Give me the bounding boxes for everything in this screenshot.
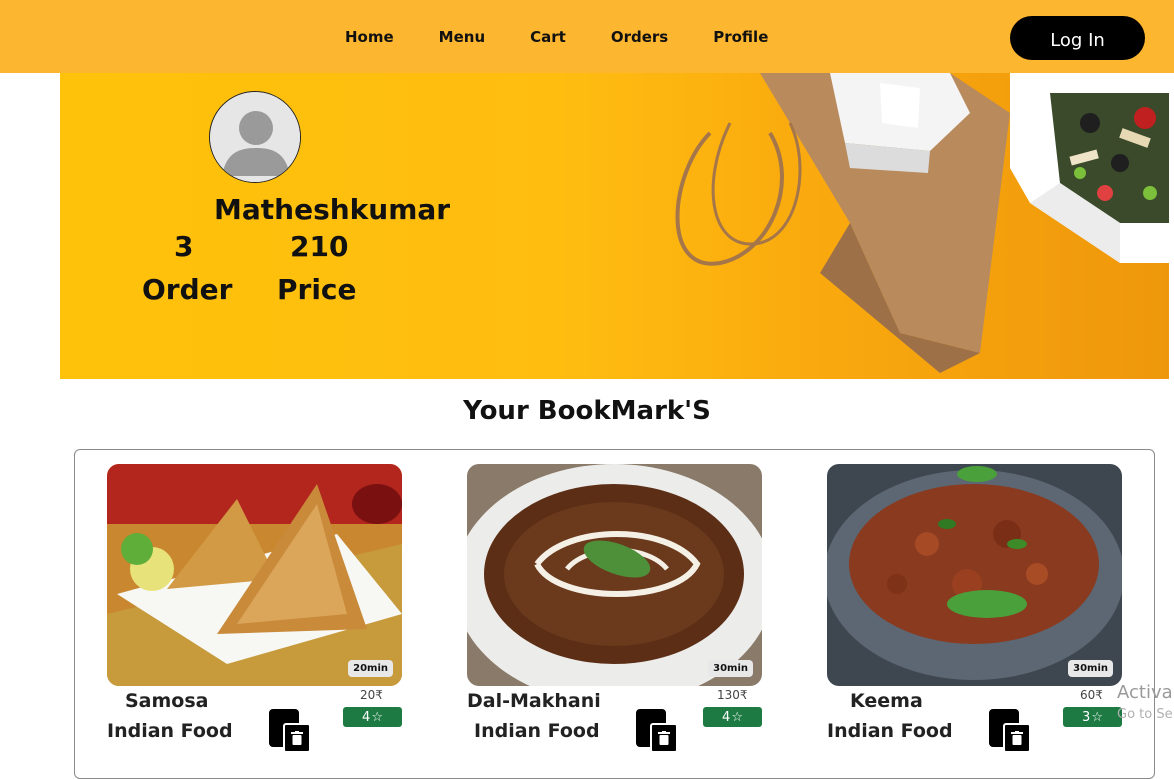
food-name: Samosa (125, 690, 209, 712)
trash-icon (1003, 723, 1031, 753)
food-price: 20₹ (360, 688, 383, 702)
food-image-dal-makhani[interactable]: 30min (467, 464, 762, 686)
rating-badge[interactable]: 3 ☆ (1063, 707, 1122, 727)
profile-name: Matheshkumar (214, 193, 451, 226)
rating-value: 4 (362, 709, 371, 725)
top-navbar: Home Menu Cart Orders Profile Log In (0, 0, 1174, 73)
activate-windows-subtext: Go to Se (1117, 707, 1173, 722)
nav-links: Home Menu Cart Orders Profile (345, 0, 813, 73)
login-button[interactable]: Log In (1010, 16, 1145, 60)
rating-badge[interactable]: 4 ☆ (703, 707, 762, 727)
food-name: Dal-Makhani (467, 690, 601, 712)
nav-home-link[interactable]: Home (345, 28, 394, 46)
nav-menu-link[interactable]: Menu (439, 28, 485, 46)
order-count: 3 (174, 230, 194, 263)
price-total: 210 (290, 230, 349, 263)
star-icon: ☆ (731, 709, 743, 725)
avatar-icon (209, 91, 301, 183)
time-badge: 20min (348, 660, 393, 677)
food-price: 130₹ (717, 688, 748, 702)
rating-value: 4 (722, 709, 731, 725)
nav-cart-link[interactable]: Cart (530, 28, 566, 46)
time-badge: 30min (1068, 660, 1113, 677)
nav-orders-link[interactable]: Orders (611, 28, 668, 46)
trash-icon (283, 723, 311, 753)
profile-banner: Matheshkumar 3 210 Order Price (60, 73, 1169, 379)
food-name: Keema (850, 690, 923, 712)
remove-bookmark-button[interactable] (636, 709, 678, 753)
time-badge: 30min (708, 660, 753, 677)
rating-badge[interactable]: 4 ☆ (343, 707, 402, 727)
trash-icon (650, 723, 678, 753)
rating-value: 3 (1082, 709, 1091, 725)
nav-profile-link[interactable]: Profile (713, 28, 768, 46)
food-image-samosa[interactable]: 20min (107, 464, 402, 686)
price-label: Price (277, 273, 357, 306)
star-icon: ☆ (371, 709, 383, 725)
bookmarks-title: Your BookMark'S (463, 396, 711, 426)
food-category: Indian Food (474, 720, 600, 742)
food-image-keema[interactable]: 30min (827, 464, 1122, 686)
remove-bookmark-button[interactable] (269, 709, 311, 753)
food-category: Indian Food (107, 720, 233, 742)
food-category: Indian Food (827, 720, 953, 742)
order-label: Order (142, 273, 233, 306)
takeaway-bag-image (675, 73, 1169, 373)
star-icon: ☆ (1091, 709, 1103, 725)
activate-windows-watermark: Activa (1117, 682, 1173, 703)
food-price: 60₹ (1080, 688, 1103, 702)
remove-bookmark-button[interactable] (989, 709, 1031, 753)
